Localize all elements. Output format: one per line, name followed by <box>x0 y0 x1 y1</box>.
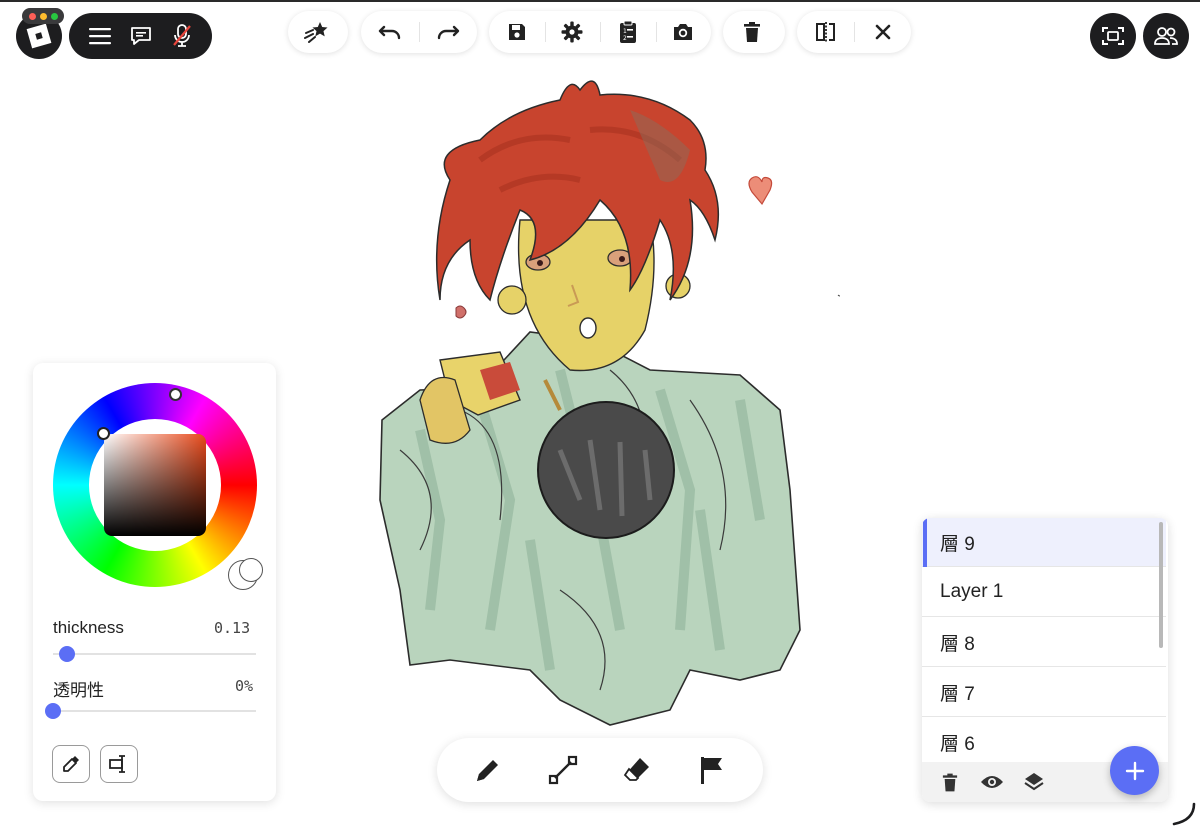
window-controls <box>22 8 64 24</box>
layer-name: Layer 1 <box>940 581 1004 602</box>
eraser-tool[interactable] <box>613 746 661 794</box>
line-tool[interactable] <box>539 746 587 794</box>
clipboard-button[interactable]: 12 <box>600 11 656 53</box>
thickness-slider-track[interactable] <box>53 653 256 655</box>
settings-gear-icon <box>561 21 583 43</box>
heart-doodle <box>748 176 773 206</box>
camera-icon <box>674 24 693 40</box>
thickness-value: 0.13 <box>214 619 251 637</box>
zoom-dot[interactable] <box>50 12 58 20</box>
opacity-slider-handle[interactable] <box>45 703 61 719</box>
roblox-menu-bar <box>69 13 212 59</box>
delete-canvas-button[interactable] <box>723 11 781 53</box>
eyedropper-icon <box>63 756 79 772</box>
undo-button[interactable] <box>361 11 419 53</box>
layers-scrollbar[interactable] <box>1159 522 1163 648</box>
magic-star-icon <box>304 22 328 43</box>
settings-button[interactable] <box>544 11 601 53</box>
flag-icon <box>700 757 722 784</box>
toolbar-group-view <box>797 11 911 53</box>
drawing-canvas[interactable] <box>360 70 840 740</box>
svg-text:2: 2 <box>623 35 627 42</box>
clipboard-list-icon: 12 <box>619 20 636 43</box>
thickness-label: thickness <box>53 618 124 637</box>
save-button[interactable] <box>489 11 545 53</box>
screenshot-button[interactable] <box>1090 13 1136 59</box>
hue-handle[interactable] <box>169 388 182 401</box>
layer-name: 層 6 <box>940 733 975 755</box>
redo-button[interactable] <box>419 11 477 53</box>
pencil-tool[interactable] <box>464 746 512 794</box>
opacity-label: 透明性 <box>53 681 104 700</box>
layer-stack-button[interactable] <box>1020 768 1048 796</box>
flag-tool[interactable] <box>688 746 736 794</box>
toolbar-group-file: 12 <box>489 11 711 53</box>
color-picker-panel: thickness 0.13 透明性 0% <box>33 363 276 801</box>
magic-star-button[interactable] <box>288 11 346 53</box>
save-icon <box>508 24 525 40</box>
roblox-logo-icon <box>26 23 52 49</box>
friends-icon <box>1154 27 1178 45</box>
thickness-slider-handle[interactable] <box>59 646 76 662</box>
layer-name: 層 8 <box>940 633 975 655</box>
layer-item[interactable]: Layer 1 <box>922 568 1166 617</box>
layer-item[interactable]: 層 7 <box>922 668 1166 717</box>
layer-item[interactable]: 層 8 <box>922 618 1166 667</box>
layers-stack-icon <box>1024 773 1044 791</box>
svg-text:1: 1 <box>623 28 627 35</box>
text-input-button[interactable] <box>100 745 138 783</box>
toolbar-group-history <box>361 11 477 53</box>
toolbar-group-delete <box>723 11 785 53</box>
layer-item[interactable]: 層 9 <box>922 518 1166 567</box>
undo-icon <box>378 25 401 40</box>
line-tool-icon <box>548 755 577 785</box>
dark-ball <box>537 401 675 539</box>
drawing-tools-bar <box>437 738 763 802</box>
opacity-slider-track[interactable] <box>53 710 256 712</box>
pencil-icon <box>477 760 499 781</box>
layer-name: 層 9 <box>940 533 975 555</box>
mic-muted-icon[interactable] <box>168 22 196 50</box>
eye-icon <box>981 776 1003 788</box>
window-top-edge <box>0 0 1200 2</box>
close-icon <box>875 24 890 40</box>
opacity-value: 0% <box>235 677 254 695</box>
plus-icon <box>1125 761 1144 780</box>
saturation-value-box[interactable] <box>104 434 206 536</box>
toolbar-group-effects <box>288 11 348 53</box>
close-button[interactable] <box>854 11 911 53</box>
delete-layer-button[interactable] <box>936 768 964 796</box>
hamburger-menu-icon[interactable] <box>86 22 114 50</box>
add-layer-button[interactable] <box>1110 746 1159 795</box>
close-dot[interactable] <box>28 12 36 20</box>
screenshot-frame-icon <box>1102 27 1124 45</box>
layer-name: 層 7 <box>940 683 975 705</box>
primary-color-swatch[interactable] <box>239 558 263 582</box>
eraser-icon <box>624 758 650 781</box>
eyedropper-button[interactable] <box>52 745 90 783</box>
small-doodle <box>455 305 467 319</box>
mirror-button[interactable] <box>797 11 854 53</box>
saturation-handle[interactable] <box>97 427 110 440</box>
friends-button[interactable] <box>1143 13 1189 59</box>
resize-grip[interactable] <box>1170 800 1198 828</box>
minimize-dot[interactable] <box>39 12 47 20</box>
trash-icon <box>942 773 958 791</box>
mirror-flip-icon <box>815 22 835 42</box>
toggle-visibility-button[interactable] <box>978 768 1006 796</box>
text-cursor-icon <box>109 755 125 773</box>
camera-button[interactable] <box>655 11 712 53</box>
redo-icon <box>437 25 460 40</box>
chat-icon[interactable] <box>127 22 155 50</box>
trash-icon <box>744 22 760 42</box>
